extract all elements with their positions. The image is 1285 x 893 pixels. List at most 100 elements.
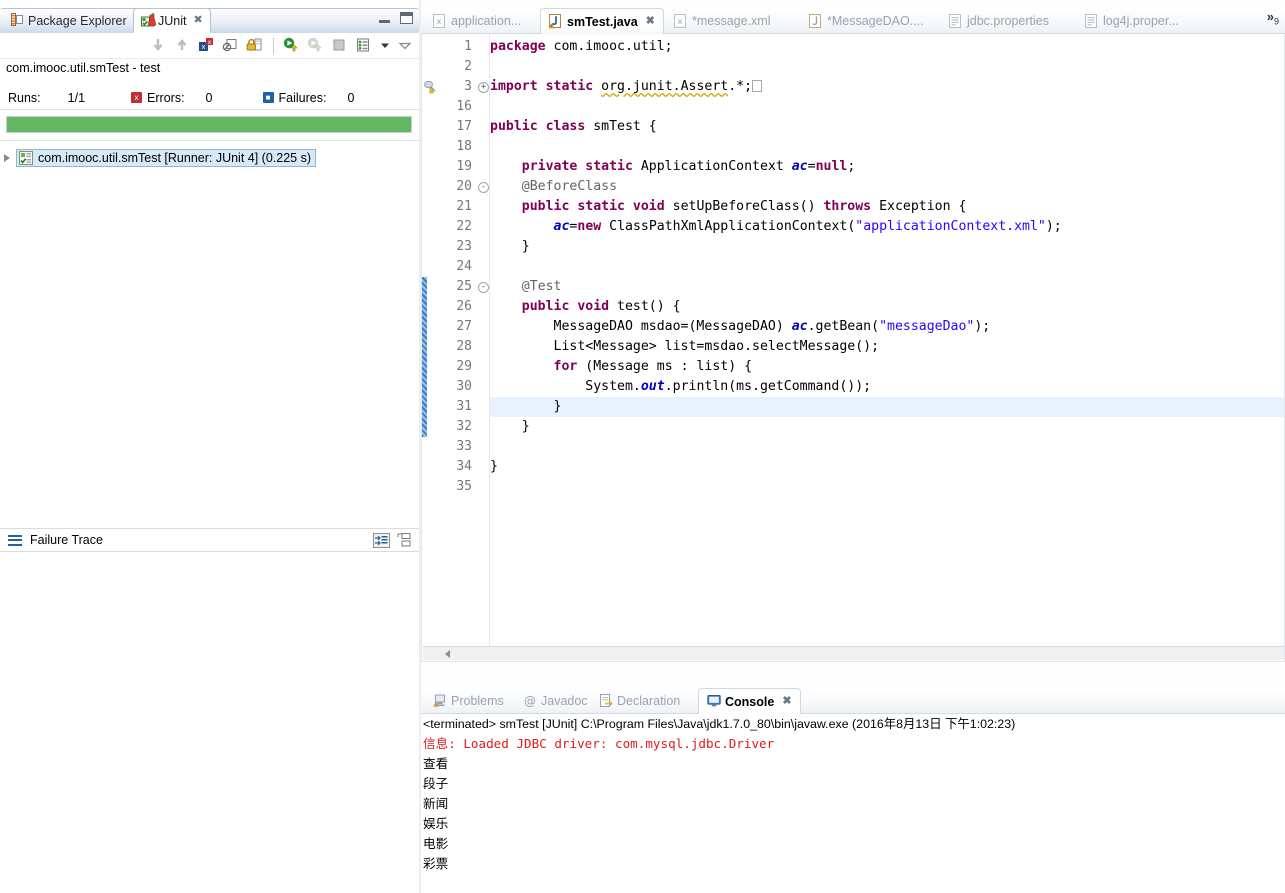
- stop-on-error-icon[interactable]: [222, 37, 240, 55]
- xml-file-icon: x: [433, 13, 446, 29]
- editor-line-number: 34: [456, 459, 472, 474]
- stop-icon[interactable]: [331, 37, 349, 55]
- console-output-view[interactable]: <terminated> smTest [JUnit] C:\Program F…: [421, 714, 1285, 893]
- failure-trace-icon: [8, 532, 22, 548]
- view-tab-package-explorer-label: Package Explorer: [28, 13, 127, 28]
- errors-label: Errors:: [147, 90, 185, 105]
- console-tab-console[interactable]: Console ✖: [698, 688, 801, 714]
- code-line: import static org.junit.Assert.*;: [490, 77, 1284, 97]
- fold-collapse-icon[interactable]: -: [478, 282, 489, 293]
- code-line: }: [490, 399, 562, 414]
- editor-tab-smtest-java-label: smTest.java: [567, 14, 638, 29]
- console-output-line: 查看: [423, 756, 449, 771]
- show-failures-only-icon[interactable]: x x: [198, 37, 216, 55]
- view-tab-junit[interactable]: JUnit ✖: [133, 8, 211, 33]
- expand-triangle-icon[interactable]: [4, 154, 10, 162]
- editor-line-number: 3: [464, 79, 472, 94]
- console-process-header: <terminated> smTest [JUnit] C:\Program F…: [423, 717, 1016, 731]
- junit-view-tabbar: Package Explorer JUnit ✖: [0, 8, 419, 33]
- problems-icon: [433, 694, 446, 709]
- svg-text:x: x: [208, 39, 212, 46]
- properties-file-icon: [949, 13, 962, 29]
- junit-test-label: com.imooc.util.smTest - test: [6, 61, 161, 75]
- maximize-trace-icon[interactable]: [397, 533, 411, 547]
- failures-badge-icon: ■: [262, 92, 274, 103]
- minimize-icon[interactable]: [379, 14, 390, 23]
- junit-progress-bar: [6, 116, 412, 133]
- editor-tab-messagedao-label: *MessageDAO....: [827, 14, 924, 28]
- previous-failure-icon[interactable]: [174, 37, 192, 55]
- editor-line-number: 17: [456, 119, 472, 134]
- failures-label: Failures:: [278, 90, 327, 105]
- console-tab-problems[interactable]: Problems: [425, 688, 512, 714]
- editor-tab-message-xml[interactable]: x *message.xml: [666, 8, 779, 34]
- runs-value: 1/1: [67, 90, 86, 105]
- test-tree-node-selected[interactable]: com.imooc.util.smTest [Runner: JUnit 4] …: [16, 149, 317, 167]
- code-line: package com.imooc.util;: [490, 39, 673, 54]
- java-warning-file-icon: [548, 14, 562, 29]
- overflow-count: 9: [1273, 16, 1279, 27]
- editor-folding-ruler[interactable]: [476, 34, 490, 661]
- editor-line-number: 27: [456, 319, 472, 334]
- editor-line-number: 22: [456, 219, 472, 234]
- editor-tab-application-label: application...: [451, 14, 522, 28]
- junit-toolbar: x x: [0, 33, 419, 59]
- editor-line-number: 30: [456, 379, 472, 394]
- console-tab-javadoc[interactable]: @ Javadoc: [515, 688, 596, 714]
- test-tree-row[interactable]: com.imooc.util.smTest [Runner: JUnit 4] …: [4, 149, 317, 167]
- view-menu-icon[interactable]: [397, 37, 413, 55]
- rerun-failed-icon[interactable]: [307, 37, 325, 55]
- editor-line-number: 18: [456, 139, 472, 154]
- next-failure-icon[interactable]: [150, 37, 168, 55]
- editor-tab-application[interactable]: x application...: [425, 8, 529, 34]
- code-line: public class smTest {: [490, 119, 657, 134]
- failure-trace-label: Failure Trace: [30, 533, 103, 547]
- view-window-buttons: [379, 12, 413, 24]
- declaration-icon: [599, 693, 613, 709]
- close-icon[interactable]: ✖: [193, 15, 202, 26]
- editor-horizontal-scrollbar[interactable]: [423, 646, 1284, 660]
- code-line: List<Message> list=msdao.selectMessage()…: [490, 339, 880, 354]
- java-file-icon: [809, 13, 822, 29]
- failure-trace-header: Failure Trace: [0, 528, 419, 552]
- lock-icon[interactable]: [246, 37, 264, 55]
- test-suite-icon: [19, 151, 33, 165]
- console-monitor-icon: [707, 694, 721, 709]
- console-tab-problems-label: Problems: [451, 694, 504, 708]
- junit-test-tree[interactable]: com.imooc.util.smTest [Runner: JUnit 4] …: [0, 140, 419, 525]
- editor-and-console-area: x application... smTest.java ✖ x *messag…: [421, 0, 1285, 893]
- console-output-line: 信息: Loaded JDBC driver: com.mysql.jdbc.D…: [423, 736, 775, 751]
- editor-tab-log4j-properties[interactable]: log4j.proper...: [1077, 8, 1187, 34]
- console-tab-javadoc-label: Javadoc: [541, 694, 588, 708]
- editor-tab-jdbc-properties[interactable]: jdbc.properties: [941, 8, 1057, 34]
- console-output-line: 电影: [423, 836, 449, 851]
- view-tab-package-explorer[interactable]: Package Explorer: [4, 8, 134, 33]
- rerun-test-icon[interactable]: [283, 37, 301, 55]
- editor-tab-smtest-java[interactable]: smTest.java ✖: [540, 8, 664, 34]
- console-tab-console-label: Console: [725, 694, 775, 709]
- editor-line-number: 19: [456, 159, 472, 174]
- maximize-icon[interactable]: [400, 12, 413, 24]
- scroll-left-arrow-icon[interactable]: [445, 649, 450, 658]
- failure-trace-body[interactable]: [0, 552, 419, 893]
- filter-stack-trace-icon[interactable]: [373, 532, 390, 548]
- editor-change-bar: [422, 277, 427, 437]
- junit-progress-fill: [7, 117, 411, 132]
- java-code-editor[interactable]: 1 package com.imooc.util; 2 3 + import static…: [421, 34, 1285, 662]
- fold-collapse-icon[interactable]: -: [478, 182, 489, 193]
- import-warning-icon[interactable]: [424, 80, 438, 94]
- test-run-history-icon[interactable]: [355, 37, 373, 55]
- editor-tab-messagedao[interactable]: *MessageDAO....: [801, 8, 932, 34]
- console-tab-declaration[interactable]: Declaration: [591, 688, 688, 714]
- editor-tabs-overflow-button[interactable]: »9: [1267, 10, 1279, 27]
- editor-line-number: 29: [456, 359, 472, 374]
- editor-line-number: 16: [456, 99, 472, 114]
- chevron-down-icon[interactable]: [379, 37, 391, 55]
- fold-expand-icon[interactable]: +: [478, 82, 489, 93]
- close-icon[interactable]: ✖: [782, 696, 791, 707]
- close-icon[interactable]: ✖: [646, 16, 655, 27]
